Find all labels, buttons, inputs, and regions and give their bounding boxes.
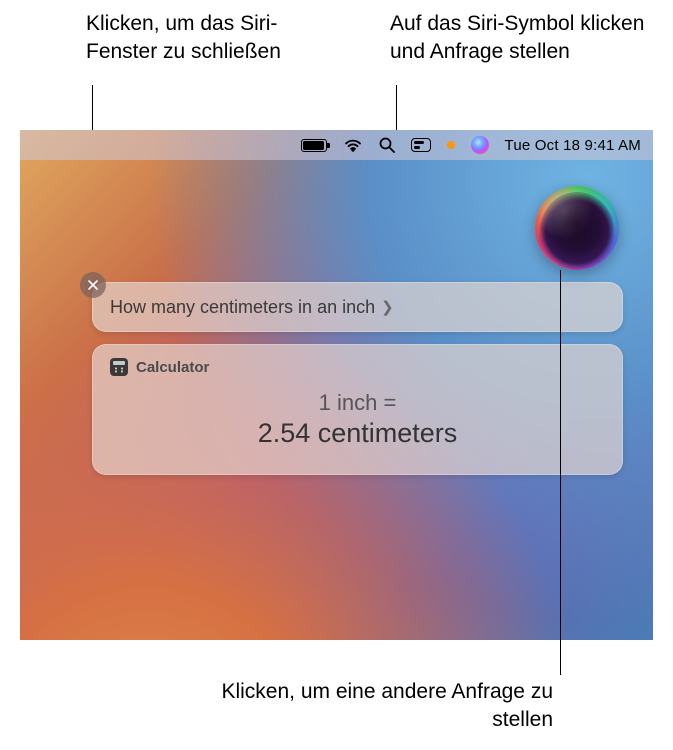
siri-result-line1: 1 inch = xyxy=(110,390,605,416)
siri-query-card[interactable]: How many centimeters in an inch ❯ xyxy=(92,282,623,332)
siri-close-button[interactable] xyxy=(80,272,106,298)
siri-result-app: Calculator xyxy=(136,359,209,376)
battery-icon[interactable] xyxy=(301,139,327,152)
calculator-icon xyxy=(110,358,128,376)
spotlight-icon[interactable] xyxy=(379,137,395,153)
mic-indicator-dot xyxy=(447,141,455,149)
desktop-screenshot: Tue Oct 18 9:41 AM How many centimeters … xyxy=(20,130,653,640)
menubar-datetime[interactable]: Tue Oct 18 9:41 AM xyxy=(505,137,641,154)
wifi-icon[interactable] xyxy=(343,137,363,153)
callout-ask-again: Klicken, um eine andere Anfrage zu stell… xyxy=(213,678,553,735)
siri-query-text: How many centimeters in an inch xyxy=(110,297,375,318)
chevron-right-icon: ❯ xyxy=(381,298,394,316)
menubar: Tue Oct 18 9:41 AM xyxy=(20,130,653,160)
siri-result-card: Calculator 1 inch = 2.54 centimeters xyxy=(92,344,623,475)
leader-line xyxy=(560,270,561,675)
callout-close-siri: Klicken, um das Siri-Fenster zu schließe… xyxy=(86,10,346,67)
control-center-icon[interactable] xyxy=(411,138,431,152)
siri-result-line2: 2.54 centimeters xyxy=(110,418,605,449)
siri-menubar-icon[interactable] xyxy=(471,136,489,154)
siri-orb-button[interactable] xyxy=(535,186,619,270)
callout-siri-icon: Auf das Siri-Symbol klicken und Anfrage … xyxy=(390,10,670,67)
